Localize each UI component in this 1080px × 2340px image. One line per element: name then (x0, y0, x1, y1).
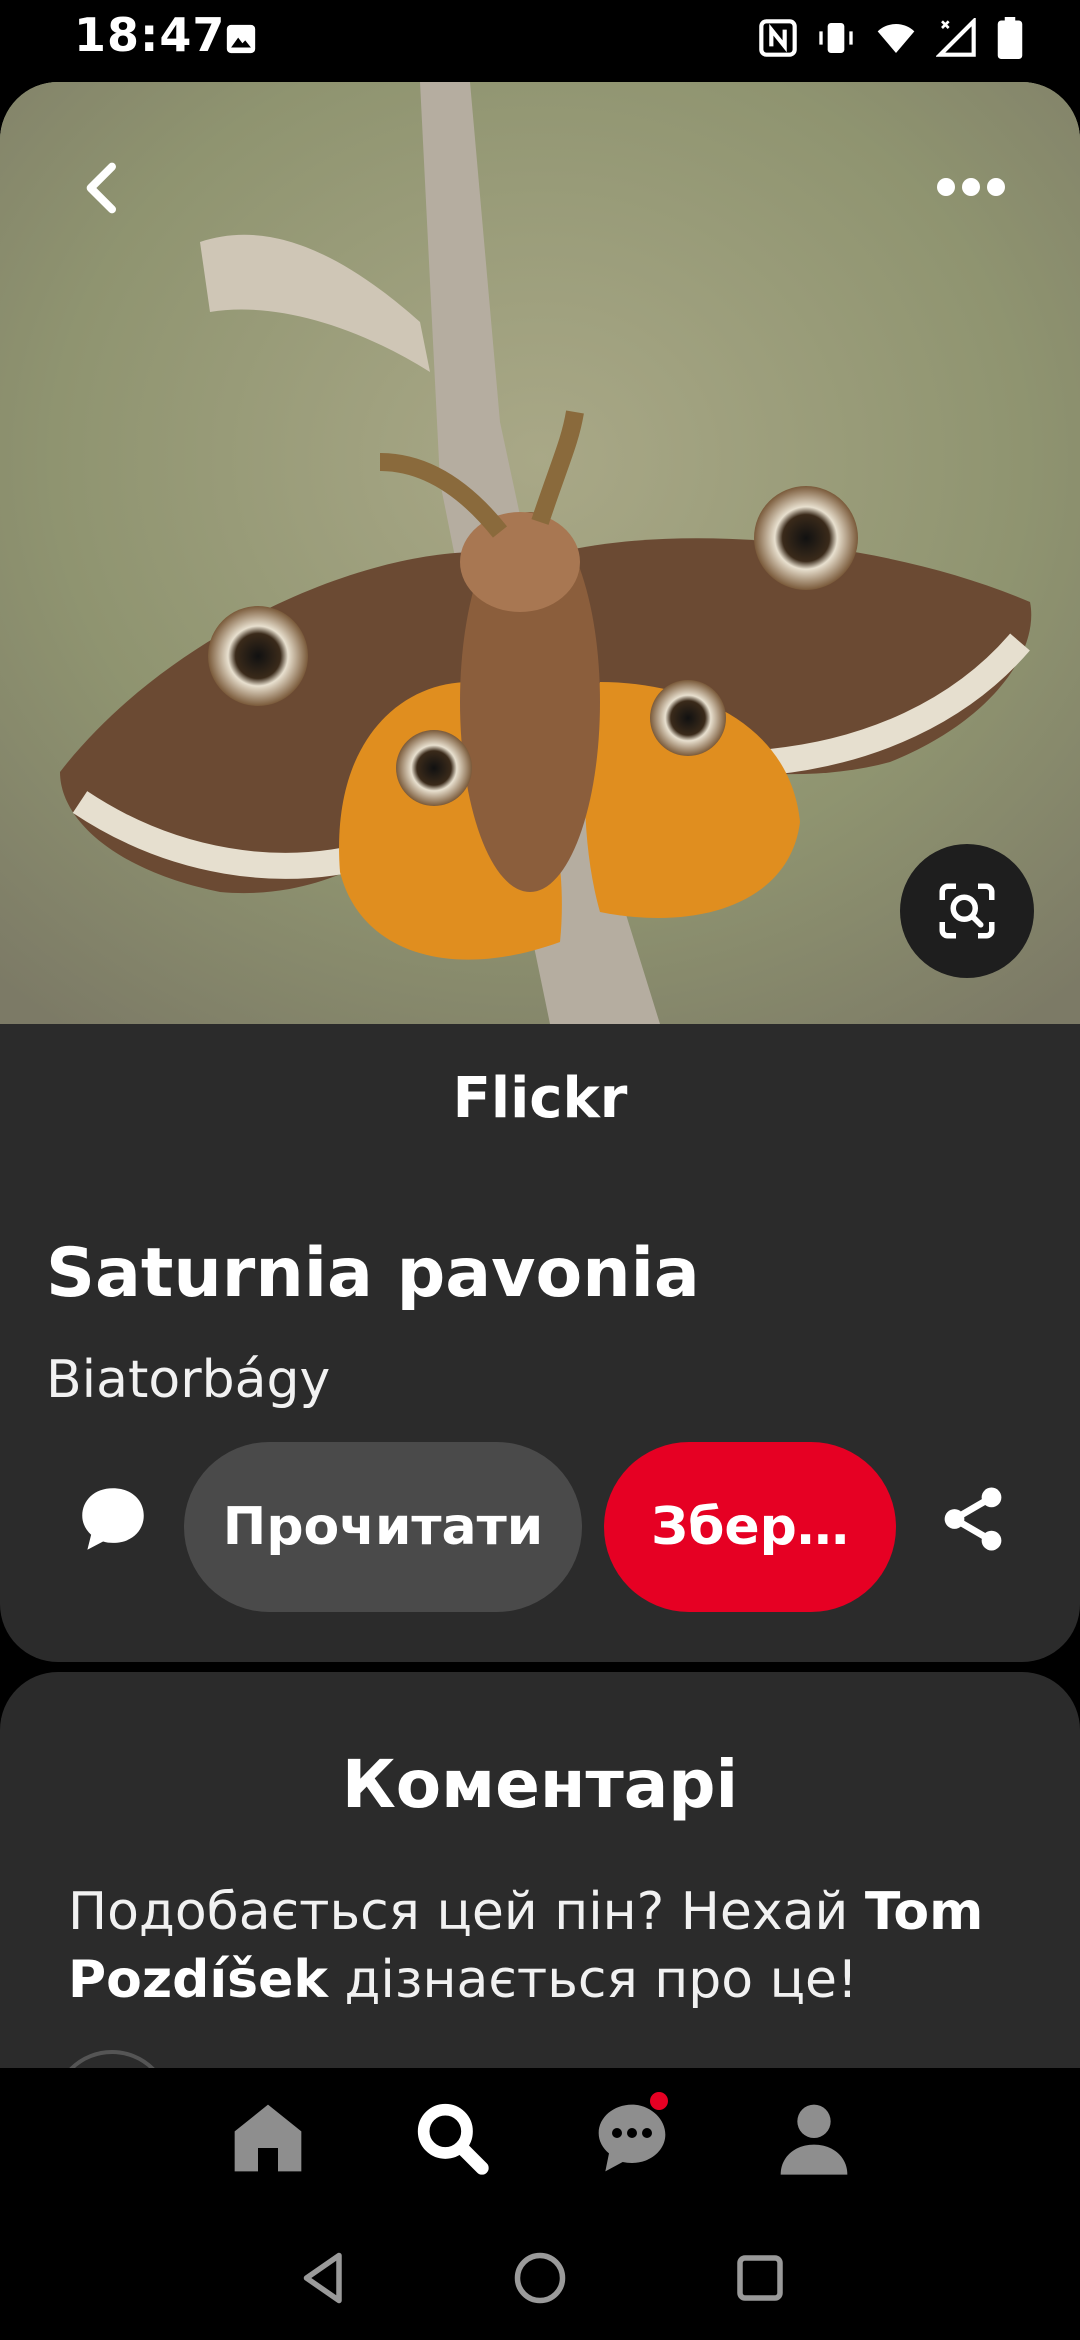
pin-title: Saturnia pavonia (46, 1234, 700, 1313)
comments-prompt-text: Подобається цей пін? Нехай (68, 1882, 865, 1942)
search-icon[interactable] (412, 2098, 492, 2178)
system-home-icon[interactable] (510, 2248, 570, 2308)
profile-icon[interactable] (774, 2098, 854, 2178)
save-button[interactable]: Збер… (604, 1442, 896, 1612)
visual-search-button[interactable] (900, 844, 1034, 978)
back-button[interactable] (72, 156, 136, 220)
system-back-icon[interactable] (294, 2248, 354, 2308)
signal-icon (936, 18, 976, 57)
pin-actions: Прочитати Збер… (0, 1442, 1080, 1612)
pin-source[interactable]: Flickr (0, 1066, 1080, 1131)
system-nav (0, 2218, 1080, 2340)
battery-icon (997, 17, 1023, 59)
gallery-icon (226, 24, 256, 54)
system-recents-icon[interactable] (730, 2248, 790, 2308)
home-icon[interactable] (228, 2098, 308, 2178)
lens-search-icon (939, 883, 995, 939)
status-bar: 18:47 (0, 0, 1080, 78)
status-time: 18:47 (74, 8, 226, 62)
share-icon[interactable] (936, 1478, 1010, 1560)
comment-icon[interactable] (72, 1478, 154, 1560)
comments-prompt-tail: дізнається про це! (327, 1950, 858, 2010)
comments-prompt: Подобається цей пін? Нехай Tom Pozdíšek … (68, 1878, 1028, 2014)
nfc-icon (759, 19, 797, 57)
notification-dot (650, 2092, 668, 2110)
pin-card: Flickr Saturnia pavonia Biatorbágy Прочи… (0, 82, 1080, 1662)
status-icons (758, 16, 1024, 60)
wifi-icon (877, 24, 915, 53)
messages-icon[interactable] (592, 2098, 672, 2178)
more-options-button[interactable] (934, 170, 1008, 204)
pin-image[interactable] (0, 82, 1080, 1024)
vibrate-icon (819, 23, 853, 53)
comments-title: Коментарі (341, 1746, 739, 1823)
read-button[interactable]: Прочитати (184, 1442, 582, 1612)
pin-location: Biatorbágy (46, 1350, 331, 1410)
bottom-nav (0, 2068, 1080, 2218)
